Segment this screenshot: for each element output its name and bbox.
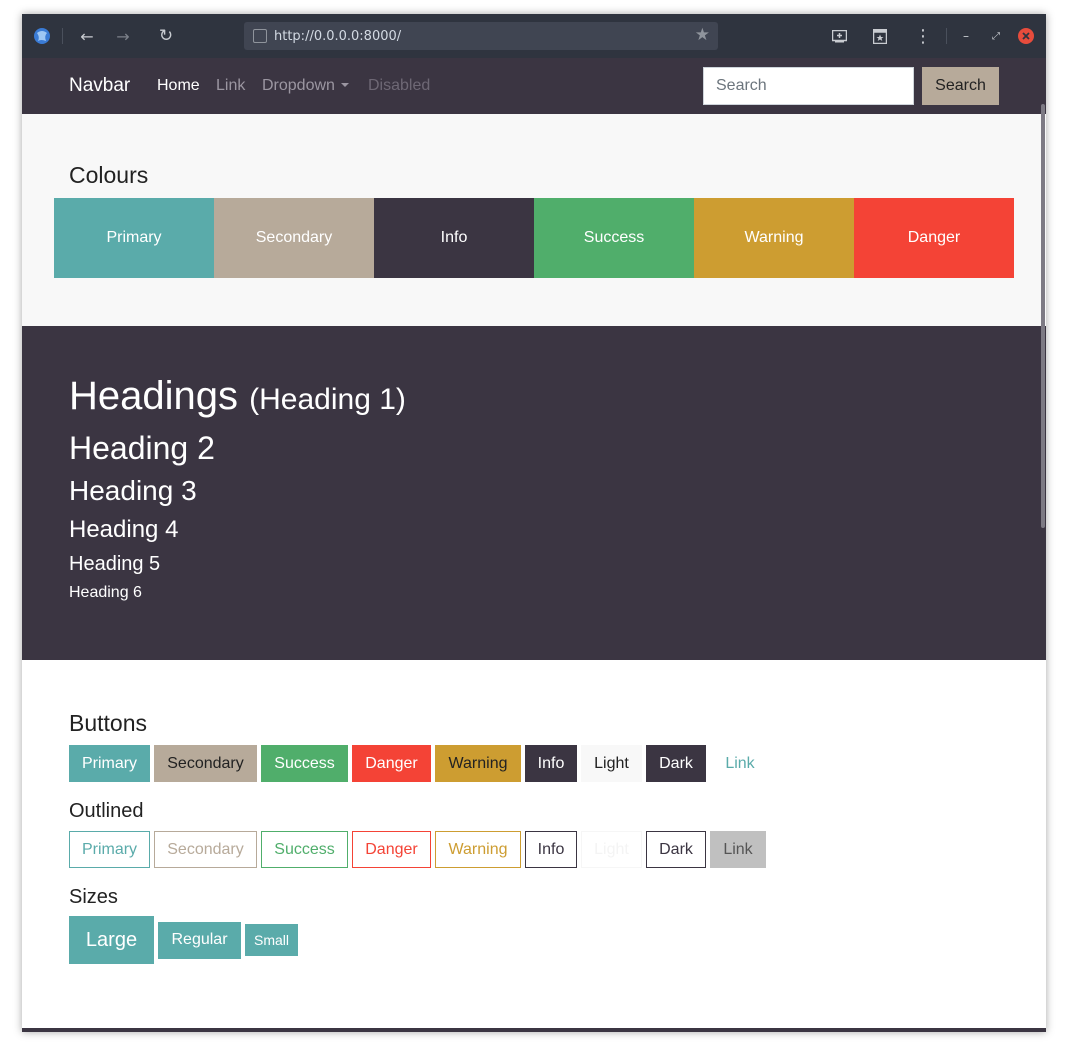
btn-large[interactable]: Large	[69, 916, 154, 964]
cast-icon[interactable]	[827, 14, 851, 58]
nav-link-link[interactable]: Link	[216, 77, 245, 95]
nav-dropdown[interactable]: Dropdown	[262, 77, 349, 95]
btn-outline-secondary[interactable]: Secondary	[154, 831, 257, 868]
menu-kebab-icon[interactable]: ⋮	[911, 14, 935, 58]
sizes-title: Sizes	[69, 886, 118, 908]
navbar: Navbar Home Link Dropdown Disabled Searc…	[22, 58, 1046, 114]
browser-window: ← → ↻ http://0.0.0.0:8000/ ★ ⋮ – ⤢ Navba…	[22, 14, 1046, 1032]
btn-small[interactable]: Small	[245, 924, 298, 956]
colours-title: Colours	[69, 162, 149, 188]
toolbar-divider	[946, 28, 947, 44]
search-input[interactable]	[703, 67, 914, 105]
nav-link-home[interactable]: Home	[157, 77, 200, 95]
heading-3: Heading 3	[69, 475, 197, 506]
btn-outline-warning[interactable]: Warning	[435, 831, 521, 868]
heading-5: Heading 5	[69, 553, 161, 575]
bookmark-star-icon[interactable]: ★	[695, 25, 710, 45]
btn-primary[interactable]: Primary	[69, 745, 150, 782]
headings-section: Headings (Heading 1) Heading 2 Heading 3…	[22, 326, 1046, 660]
url-text[interactable]: http://0.0.0.0:8000/	[274, 29, 401, 44]
address-bar[interactable]: http://0.0.0.0:8000/ ★	[244, 22, 718, 50]
minimize-icon[interactable]: –	[956, 14, 976, 58]
heading-4: Heading 4	[69, 516, 179, 543]
swatch-success: Success	[534, 198, 694, 278]
close-icon[interactable]	[1016, 14, 1036, 58]
back-icon[interactable]: ←	[75, 14, 99, 58]
swatch-danger: Danger	[854, 198, 1014, 278]
btn-secondary[interactable]: Secondary	[154, 745, 257, 782]
nav-link-disabled: Disabled	[368, 77, 431, 94]
heading-1-text: Headings	[69, 374, 239, 418]
maximize-icon[interactable]: ⤢	[986, 14, 1006, 58]
page-scrollbar[interactable]	[1041, 104, 1045, 528]
page-info-icon[interactable]	[253, 29, 267, 43]
browser-toolbar: ← → ↻ http://0.0.0.0:8000/ ★ ⋮ – ⤢	[22, 14, 1046, 58]
navbar-brand[interactable]: Navbar	[69, 75, 130, 97]
btn-link[interactable]: Link	[710, 745, 770, 782]
btn-outline-link[interactable]: Link	[710, 831, 766, 868]
browser-logo-icon	[30, 14, 54, 58]
btn-success[interactable]: Success	[261, 745, 348, 782]
btn-light[interactable]: Light	[581, 745, 642, 782]
outlined-button-row: Primary Secondary Success Danger Warning…	[69, 831, 770, 868]
heading-2: Heading 2	[69, 430, 215, 466]
outlined-title: Outlined	[69, 800, 144, 822]
btn-outline-info[interactable]: Info	[525, 831, 577, 868]
buttons-section: Buttons Primary Secondary Success Danger…	[22, 660, 1046, 1032]
btn-outline-light[interactable]: Light	[581, 831, 642, 868]
btn-warning[interactable]: Warning	[435, 745, 521, 782]
btn-danger[interactable]: Danger	[352, 745, 431, 782]
swatch-primary: Primary	[54, 198, 214, 278]
btn-outline-primary[interactable]: Primary	[69, 831, 150, 868]
nav-dropdown-label: Dropdown	[262, 77, 335, 94]
reload-icon[interactable]: ↻	[154, 14, 178, 58]
search-button[interactable]: Search	[922, 67, 999, 105]
footer-edge	[22, 1028, 1046, 1032]
solid-button-row: Primary Secondary Success Danger Warning…	[69, 745, 774, 782]
heading-1-small: (Heading 1)	[249, 383, 406, 416]
swatch-info: Info	[374, 198, 534, 278]
btn-outline-dark[interactable]: Dark	[646, 831, 706, 868]
swatch-warning: Warning	[694, 198, 854, 278]
btn-outline-danger[interactable]: Danger	[352, 831, 431, 868]
colours-section: Colours Primary Secondary Info Success W…	[22, 114, 1046, 326]
page-viewport: Navbar Home Link Dropdown Disabled Searc…	[22, 58, 1046, 1032]
caret-down-icon	[340, 82, 349, 87]
colour-swatches: Primary Secondary Info Success Warning D…	[54, 198, 1014, 278]
buttons-title: Buttons	[69, 710, 147, 736]
btn-outline-success[interactable]: Success	[261, 831, 348, 868]
heading-1: Headings (Heading 1)	[69, 374, 406, 419]
toolbar-divider	[62, 28, 63, 44]
sizes-button-row: Large Regular Small	[69, 916, 302, 964]
btn-regular[interactable]: Regular	[158, 921, 241, 959]
btn-info[interactable]: Info	[525, 745, 577, 782]
btn-dark[interactable]: Dark	[646, 745, 706, 782]
swatch-secondary: Secondary	[214, 198, 374, 278]
extension-icon[interactable]	[868, 14, 892, 58]
heading-6: Heading 6	[69, 584, 142, 601]
forward-icon[interactable]: →	[111, 14, 135, 58]
